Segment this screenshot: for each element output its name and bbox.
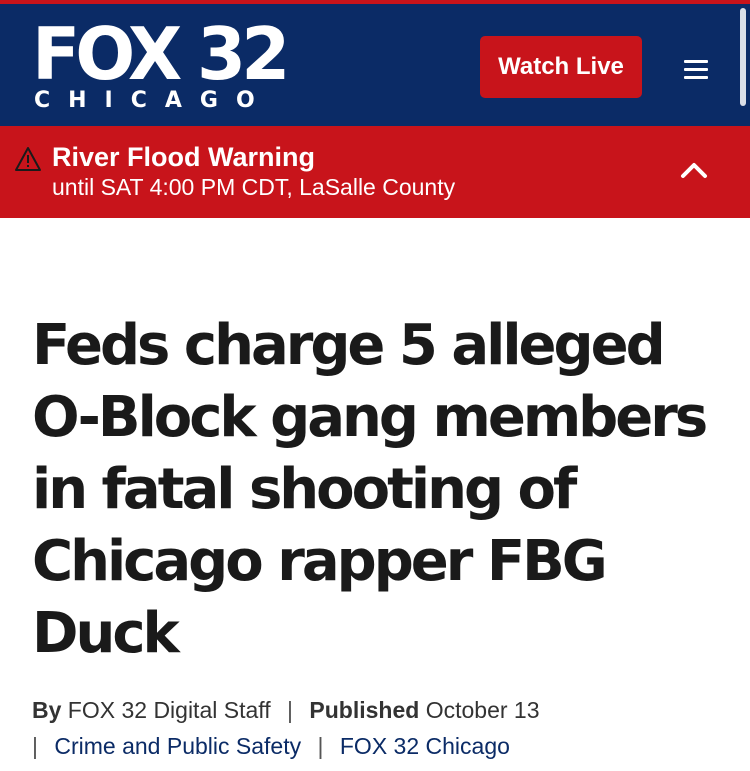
published-date: October 13 — [425, 697, 540, 723]
menu-line — [684, 68, 708, 71]
alert-title: River Flood Warning — [52, 142, 315, 172]
article-headline: Feds charge 5 alleged O-Block gang membe… — [32, 313, 708, 666]
chevron-up-icon[interactable] — [676, 152, 712, 188]
source-link[interactable]: FOX 32 Chicago — [340, 733, 510, 759]
by-label: By — [32, 697, 62, 723]
scrollbar[interactable] — [740, 8, 746, 106]
menu-line — [684, 60, 708, 63]
published-label: Published — [309, 697, 420, 723]
fox32-chicago-logo[interactable]: FOX 32 CHICAGO — [32, 18, 290, 118]
byline-separator: | — [32, 733, 38, 759]
warning-triangle-icon — [15, 147, 41, 171]
author-name: FOX 32 Digital Staff — [67, 697, 271, 723]
menu-line — [684, 76, 708, 79]
hamburger-menu-icon[interactable] — [672, 50, 720, 90]
article-byline: By FOX 32 Digital Staff | Published Octo… — [32, 692, 732, 764]
byline-separator: | — [317, 733, 324, 759]
weather-alert-banner[interactable]: River Flood Warning until SAT 4:00 PM CD… — [0, 126, 750, 218]
watch-live-button[interactable]: Watch Live — [480, 36, 642, 98]
byline-separator: | — [287, 697, 294, 723]
site-header: FOX 32 CHICAGO Watch Live — [0, 4, 750, 126]
category-link[interactable]: Crime and Public Safety — [54, 733, 301, 759]
alert-detail: until SAT 4:00 PM CDT, LaSalle County — [52, 174, 456, 200]
logo-city: CHICAGO — [34, 88, 273, 113]
logo-wordmark: FOX 32 — [32, 12, 290, 96]
